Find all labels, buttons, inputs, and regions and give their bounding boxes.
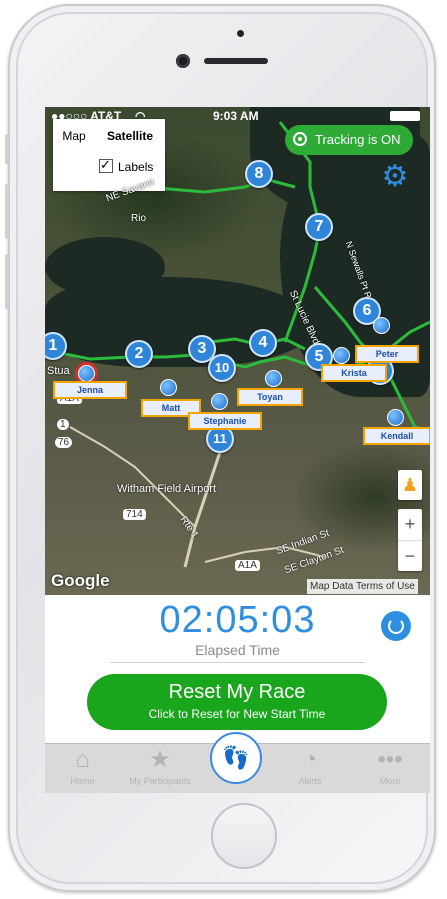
- road-shield-a1a-south: A1A: [235, 560, 260, 571]
- alerts-icon: ◔: [302, 746, 318, 773]
- road-shield-714: 714: [123, 509, 146, 520]
- zoom-out-button[interactable]: −: [398, 541, 422, 572]
- labels-checkbox[interactable]: [99, 157, 113, 173]
- home-button[interactable]: [211, 803, 277, 869]
- map-label-stuart: Stua: [47, 365, 70, 377]
- tab-alerts-label: Alerts: [298, 776, 322, 786]
- front-camera: [176, 54, 190, 68]
- elapsed-time-label: Elapsed Time: [195, 642, 280, 658]
- labels-toggle[interactable]: Labels: [99, 157, 154, 174]
- reset-button-title: Reset My Race: [168, 681, 306, 703]
- divider: [110, 662, 365, 663]
- google-logo: Google: [51, 571, 110, 590]
- tab-home[interactable]: ⌂ Home: [55, 744, 110, 793]
- reset-race-button[interactable]: Reset My Race Click to Reset for New Sta…: [87, 674, 387, 730]
- volume-up-button: [5, 184, 9, 239]
- app-screen: ●●○○○ AT&T ◠ 9:03 AM Map Satellite Label…: [45, 107, 430, 793]
- participant-tag[interactable]: Peter: [355, 345, 419, 363]
- zoom-in-button[interactable]: +: [398, 509, 422, 541]
- checkpoint-pin[interactable]: 8: [245, 160, 273, 188]
- tab-more-label: More: [379, 776, 401, 786]
- gear-icon[interactable]: ⚙: [380, 162, 410, 192]
- volume-down-button: [5, 254, 9, 309]
- participant-tag[interactable]: Krista: [321, 364, 387, 382]
- road-shield-1: 1: [57, 419, 69, 430]
- elapsed-time-value: 02:05:03: [159, 599, 316, 641]
- checkpoint-pin[interactable]: 4: [249, 329, 277, 357]
- star-plus-icon: ★: [149, 746, 171, 773]
- tab-my-participants[interactable]: ★ My Participants: [120, 744, 200, 793]
- footprints-icon[interactable]: 👣: [210, 732, 262, 784]
- road-shield-76: 76: [55, 437, 73, 448]
- map-type-satellite-button[interactable]: Satellite: [95, 119, 165, 153]
- participant-tag[interactable]: Toyan: [237, 388, 303, 406]
- participant-marker[interactable]: [373, 317, 390, 334]
- map-type-map-button[interactable]: Map: [53, 119, 95, 153]
- participant-tag[interactable]: Stephanie: [188, 412, 262, 430]
- participant-tag[interactable]: Kendall: [363, 427, 430, 445]
- reset-button-subtitle: Click to Reset for New Start Time: [148, 707, 326, 721]
- refresh-icon[interactable]: [381, 611, 411, 641]
- mute-switch: [5, 134, 9, 164]
- street-view-pegman-icon[interactable]: ♟: [398, 470, 422, 500]
- earpiece-speaker: [204, 58, 268, 64]
- tab-home-label: Home: [70, 776, 95, 786]
- participant-tag[interactable]: Jenna: [53, 381, 127, 399]
- target-icon: [293, 132, 307, 146]
- participant-marker[interactable]: [211, 393, 228, 410]
- participant-marker[interactable]: [160, 379, 177, 396]
- participant-marker[interactable]: [78, 365, 95, 382]
- clock: 9:03 AM: [213, 109, 259, 123]
- zoom-control: + −: [398, 509, 422, 571]
- home-icon: ⌂: [75, 746, 90, 773]
- checkpoint-pin[interactable]: 2: [125, 340, 153, 368]
- tracking-label: Tracking is ON: [315, 132, 401, 147]
- tab-alerts[interactable]: ◔ Alerts: [280, 744, 340, 793]
- checkpoint-pin[interactable]: 10: [208, 354, 236, 382]
- participant-marker[interactable]: [333, 347, 350, 364]
- map-label-rio: Rio: [131, 213, 147, 224]
- timer-panel: 02:05:03 Elapsed Time Reset My Race Clic…: [45, 595, 430, 743]
- more-icon: •••: [377, 746, 403, 773]
- tracking-status-button[interactable]: Tracking is ON: [285, 125, 413, 155]
- map-attribution[interactable]: Map Data Terms of Use: [307, 579, 418, 594]
- satellite-map[interactable]: ●●○○○ AT&T ◠ 9:03 AM Map Satellite Label…: [45, 107, 430, 595]
- labels-toggle-label: Labels: [118, 160, 154, 174]
- tab-bar: ⌂ Home ★ My Participants 👣 ◔ Alerts ••• …: [45, 732, 430, 793]
- tab-my-participants-label: My Participants: [129, 776, 191, 786]
- battery-icon: [390, 111, 420, 121]
- map-label-airport: Witham Field Airport: [117, 483, 217, 495]
- participant-marker[interactable]: [265, 370, 282, 387]
- participant-marker[interactable]: [387, 409, 404, 426]
- proximity-sensor: [237, 30, 244, 37]
- checkpoint-pin[interactable]: 7: [305, 213, 333, 241]
- tab-more[interactable]: ••• More: [360, 744, 420, 793]
